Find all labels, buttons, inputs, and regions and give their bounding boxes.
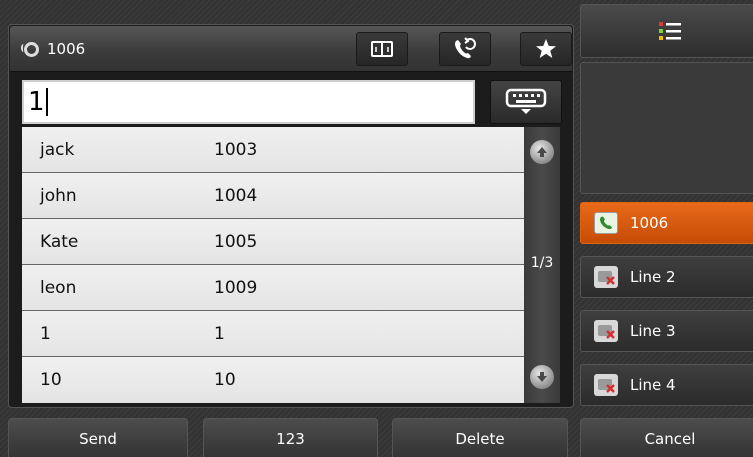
search-row: 1 <box>22 80 562 126</box>
contact-name: john <box>40 185 77 206</box>
line-unregistered-icon <box>594 320 618 342</box>
contact-name: 10 <box>40 370 62 390</box>
account-status-icon <box>21 41 39 57</box>
account-number: 1006 <box>47 40 86 58</box>
contact-name: jack <box>40 139 75 160</box>
text-caret <box>45 88 48 116</box>
call-history-icon <box>455 37 476 59</box>
account-indicator: 1006 <box>21 26 86 72</box>
list-item[interactable]: leon 1009 <box>22 265 524 311</box>
phone-handset-icon <box>594 212 618 234</box>
line-key-label: Line 4 <box>630 376 676 394</box>
top-bar: 1006 <box>10 26 572 72</box>
search-results-list: jack 1003 john 1004 Kate 1005 leon 1009 … <box>22 127 524 403</box>
cancel-button[interactable]: Cancel <box>580 418 753 457</box>
contact-name: leon <box>40 277 77 298</box>
line-key-label: Line 3 <box>630 322 676 340</box>
line-unregistered-icon <box>594 374 618 396</box>
line-key-4[interactable]: Line 4 <box>580 364 753 406</box>
star-icon <box>536 39 556 58</box>
list-scrollbar[interactable]: 1/3 <box>524 127 560 403</box>
contact-number: 1003 <box>214 139 258 160</box>
list-item[interactable]: 10 10 <box>22 357 524 403</box>
directory-button[interactable] <box>356 32 408 66</box>
contact-number: 1005 <box>214 231 258 252</box>
keyboard-button[interactable] <box>490 80 562 124</box>
list-item[interactable]: john 1004 <box>22 173 524 219</box>
list-item[interactable]: Kate 1005 <box>22 219 524 265</box>
list-item[interactable]: 1 1 <box>22 311 524 357</box>
line-key-label: 1006 <box>630 214 669 232</box>
delete-button[interactable]: Delete <box>392 418 568 457</box>
contact-number: 1009 <box>214 277 258 298</box>
arrow-down-icon <box>537 372 547 382</box>
search-input-value: 1 <box>28 87 45 117</box>
line-key-label: Line 2 <box>630 268 676 286</box>
arrow-up-icon <box>537 147 547 157</box>
keyboard-icon <box>505 88 547 114</box>
search-input[interactable]: 1 <box>22 80 475 124</box>
send-button[interactable]: Send <box>8 418 188 457</box>
contact-number: 1004 <box>214 185 258 206</box>
idle-info-area <box>580 62 753 194</box>
contact-name: Kate <box>40 231 79 252</box>
line-unregistered-icon <box>594 266 618 288</box>
page-indicator: 1/3 <box>530 255 554 271</box>
line-key-3[interactable]: Line 3 <box>580 310 753 352</box>
contact-number: 1 <box>214 323 225 344</box>
menu-list-icon <box>659 22 681 40</box>
input-mode-button[interactable]: 123 <box>203 418 378 457</box>
scroll-down-button[interactable] <box>530 365 554 389</box>
line-key-2[interactable]: Line 2 <box>580 256 753 298</box>
contact-name: 1 <box>40 323 51 344</box>
menu-button[interactable] <box>580 4 753 58</box>
favorites-button[interactable] <box>520 32 572 66</box>
call-history-button[interactable] <box>439 32 491 66</box>
scroll-up-button[interactable] <box>530 140 554 164</box>
book-icon <box>371 41 393 57</box>
line-key-1[interactable]: 1006 <box>580 202 753 244</box>
contact-number: 10 <box>214 370 236 390</box>
list-item[interactable]: jack 1003 <box>22 127 524 173</box>
